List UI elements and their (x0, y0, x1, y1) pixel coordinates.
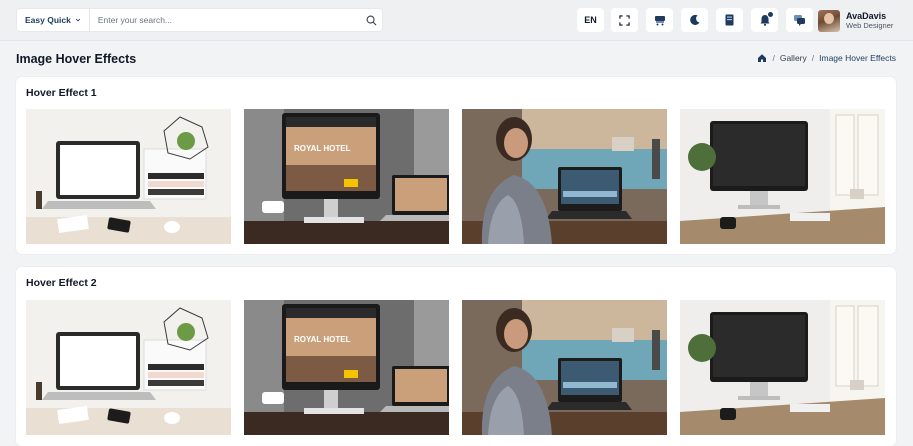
search-input[interactable] (89, 15, 360, 25)
hover-effect-card-1: Hover Effect 1 ROYAL HOTEL (16, 77, 896, 254)
bookmark-icon[interactable] (716, 8, 743, 32)
gallery-image[interactable] (680, 109, 885, 244)
gallery-image[interactable] (462, 300, 667, 435)
language-button[interactable]: EN (577, 8, 604, 32)
svg-text:ROYAL HOTEL: ROYAL HOTEL (294, 144, 351, 153)
user-role: Web Designer (846, 20, 894, 30)
breadcrumb-gallery[interactable]: Gallery (780, 53, 807, 63)
breadcrumb: / Gallery / Image Hover Effects (757, 53, 896, 63)
user-profile[interactable]: AvaDavis Web Designer (818, 8, 893, 34)
gallery-image[interactable] (26, 109, 231, 244)
home-icon[interactable] (757, 53, 767, 63)
page-title: Image Hover Effects (16, 52, 137, 66)
card-title: Hover Effect 2 (26, 277, 97, 289)
dark-mode-icon[interactable] (681, 8, 708, 32)
gallery-image[interactable]: ROYAL HOTEL (244, 300, 449, 435)
cart-icon[interactable] (646, 8, 673, 32)
svg-text:ROYAL HOTEL: ROYAL HOTEL (294, 335, 351, 344)
gallery-image[interactable] (462, 109, 667, 244)
notification-badge (767, 11, 774, 18)
easy-quick-label: Easy Quick (25, 15, 71, 25)
gallery-image[interactable]: ROYAL HOTEL (244, 109, 449, 244)
breadcrumb-separator: / (772, 53, 775, 63)
image-gallery: ROYAL HOTEL (26, 300, 885, 435)
card-title: Hover Effect 1 (26, 87, 97, 99)
breadcrumb-separator: / (811, 53, 815, 63)
messages-icon[interactable] (786, 8, 813, 32)
breadcrumb-current: Image Hover Effects (819, 53, 896, 63)
image-gallery: ROYAL HOTEL (26, 109, 885, 244)
chevron-down-icon (75, 18, 80, 22)
search-bar: Easy Quick (16, 8, 383, 32)
gallery-image[interactable] (680, 300, 885, 435)
avatar (818, 10, 840, 32)
easy-quick-dropdown[interactable]: Easy Quick (17, 9, 90, 31)
search-icon[interactable] (360, 9, 382, 31)
gallery-image[interactable] (26, 300, 231, 435)
top-bar: Easy Quick EN AvaDavis Web Designer (0, 0, 913, 41)
hover-effect-card-2: Hover Effect 2 ROYAL HOTEL (16, 267, 896, 446)
fullscreen-icon[interactable] (611, 8, 638, 32)
notification-bell-icon[interactable] (751, 8, 778, 32)
